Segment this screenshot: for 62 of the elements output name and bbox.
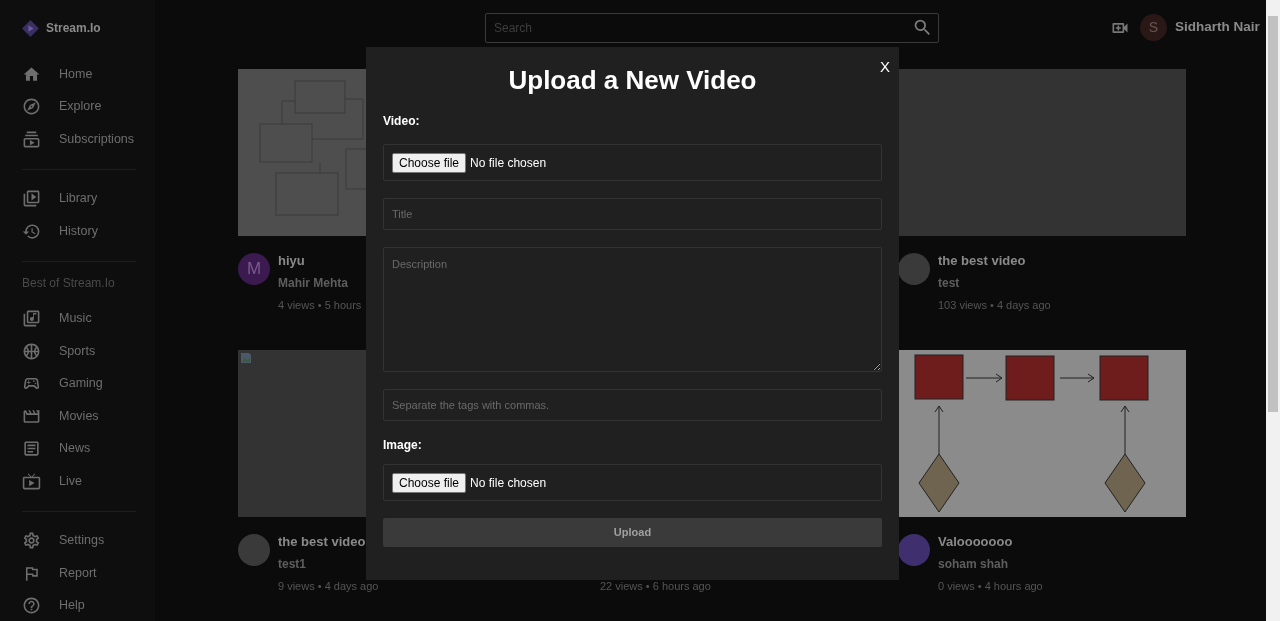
thumbnail-placeholder[interactable]	[898, 69, 1186, 236]
sidebar-item[interactable]: Settings	[22, 524, 136, 557]
file-field[interactable]: Choose file No file chosen	[383, 144, 882, 181]
avatar[interactable]: M	[238, 253, 270, 285]
basketball-icon	[22, 341, 41, 361]
choose-file-button[interactable]: Choose file	[392, 472, 467, 493]
file-status: No file chosen	[470, 154, 547, 172]
file-field[interactable]: Choose file No file chosen	[383, 464, 882, 501]
sidebar-item[interactable]: News	[22, 432, 136, 465]
video-title[interactable]: Valooooooo	[938, 531, 1043, 553]
sidebar-item[interactable]: Live	[22, 465, 136, 498]
sidebar-item[interactable]: Library	[22, 182, 136, 215]
channel-name[interactable]: soham shah	[938, 553, 1043, 575]
user-name[interactable]: Sidharth Nair	[1175, 17, 1260, 38]
sidebar-item[interactable]: History	[22, 215, 136, 248]
sidebar-item[interactable]: Sports	[22, 335, 136, 368]
upload-button[interactable]: Upload	[383, 518, 882, 547]
sidebar-item[interactable]: Help	[22, 589, 136, 621]
choose-file-button[interactable]: Choose file	[392, 152, 467, 173]
video-meta: 9 views • 4 days ago	[278, 579, 379, 594]
sidebar-item[interactable]: Home	[22, 58, 136, 91]
field-label: Video:	[383, 113, 421, 130]
avatar[interactable]	[238, 534, 270, 566]
tv-icon	[22, 471, 41, 491]
logo-icon	[22, 19, 39, 37]
video-meta: 0 views • 4 hours ago	[938, 579, 1043, 594]
music-icon	[22, 309, 41, 329]
video-meta: 22 views • 6 hours ago	[600, 579, 711, 594]
settings-icon	[22, 531, 41, 551]
brand-name[interactable]: Stream.Io	[46, 19, 101, 37]
video-meta: 4 views • 5 hours	[278, 298, 362, 313]
channel-name[interactable]: Mahir Mehta	[278, 272, 362, 294]
home-icon	[22, 64, 41, 84]
tags-field[interactable]: Separate the tags with commas.	[383, 389, 882, 421]
user-avatar[interactable]: S	[1140, 14, 1167, 41]
sidebar-item[interactable]: Music	[22, 302, 136, 335]
file-status: No file chosen	[470, 474, 547, 492]
close-button[interactable]: X	[880, 56, 890, 79]
video-title[interactable]: the best video	[938, 250, 1051, 272]
channel-name[interactable]: test	[938, 272, 1051, 294]
history-icon	[22, 221, 41, 241]
sidebar-item[interactable]: Report	[22, 557, 136, 590]
avatar[interactable]	[898, 534, 930, 566]
video-library-icon	[22, 189, 41, 209]
sidebar-item[interactable]: Movies	[22, 400, 136, 433]
sidebar-item[interactable]: Subscriptions	[22, 123, 136, 156]
section-heading: Best of Stream.Io	[22, 274, 116, 292]
scrollbar[interactable]	[1266, 0, 1280, 621]
avatar[interactable]	[898, 253, 930, 285]
field-label: Image:	[383, 437, 423, 454]
help-icon	[22, 596, 41, 616]
dialog-title: Upload a New Video	[508, 64, 757, 97]
compass-icon	[22, 97, 41, 117]
video-meta: 103 views • 4 days ago	[938, 298, 1051, 313]
subscriptions-icon	[22, 129, 41, 149]
title-field[interactable]: Title	[383, 198, 882, 230]
sidebar-item[interactable]: Gaming	[22, 367, 136, 400]
sidebar-item[interactable]: Explore	[22, 90, 136, 123]
article-icon	[22, 439, 41, 459]
video-title[interactable]: hiyu	[278, 250, 362, 272]
description-field[interactable]: Description	[383, 247, 882, 372]
broken-image-icon	[240, 352, 252, 364]
